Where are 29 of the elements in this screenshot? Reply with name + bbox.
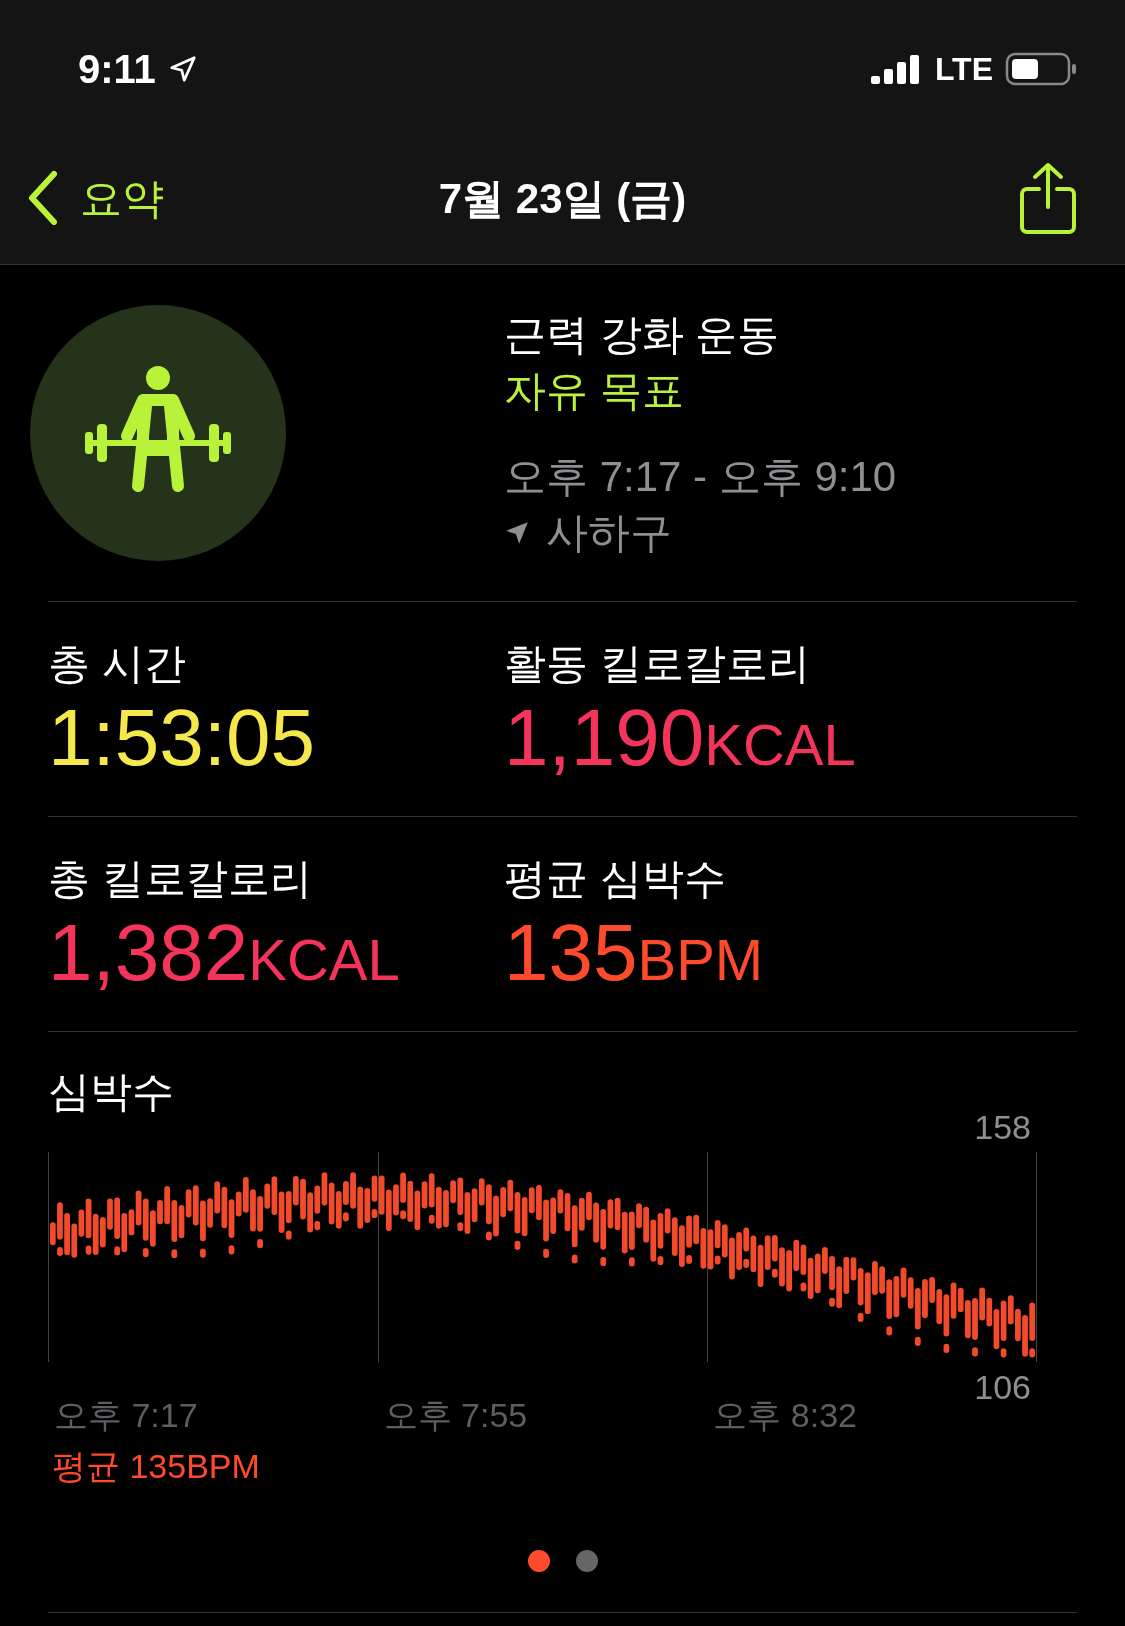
workout-time-range: 오후 7:17 - 오후 9:10 (504, 452, 897, 502)
status-time: 9:11 (78, 46, 156, 93)
x-axis-label: 오후 8:32 (712, 1395, 858, 1436)
average-heart-rate: 평균 135BPM (51, 1446, 261, 1487)
chevron-left-icon (26, 170, 60, 226)
y-axis-min: 106 (973, 1367, 1032, 1408)
share-button[interactable] (1019, 161, 1077, 235)
location-arrow-icon (167, 54, 198, 84)
stat-value: 1,190KCAL (504, 692, 857, 784)
x-axis-label: 오후 7:17 (53, 1395, 199, 1436)
stat-value: 1:53:05 (48, 692, 316, 784)
x-axis-label: 오후 7:55 (382, 1395, 529, 1436)
stat-label: 평균 심박수 (504, 854, 727, 904)
network-label: LTE (934, 50, 993, 89)
y-axis-max: 158 (973, 1107, 1032, 1148)
stat-label: 총 시간 (48, 639, 187, 689)
stat-label: 총 킬로칼로리 (48, 854, 313, 904)
workout-name: 근력 강화 운동 (504, 310, 781, 360)
location-arrow-icon (504, 520, 530, 546)
stat-value: 1,382KCAL (48, 907, 401, 999)
share-icon (1019, 161, 1077, 235)
stat-value: 135BPM (504, 907, 765, 999)
workout-location: 사하구 (546, 508, 672, 558)
page-title: 7월 23일 (금) (438, 173, 687, 224)
workout-goal: 자유 목표 (504, 366, 685, 416)
back-button[interactable]: 요약 (26, 166, 164, 230)
chart-title: 심박수 (48, 1067, 175, 1117)
battery-icon (1005, 52, 1077, 86)
stat-label: 활동 킬로칼로리 (504, 639, 811, 689)
